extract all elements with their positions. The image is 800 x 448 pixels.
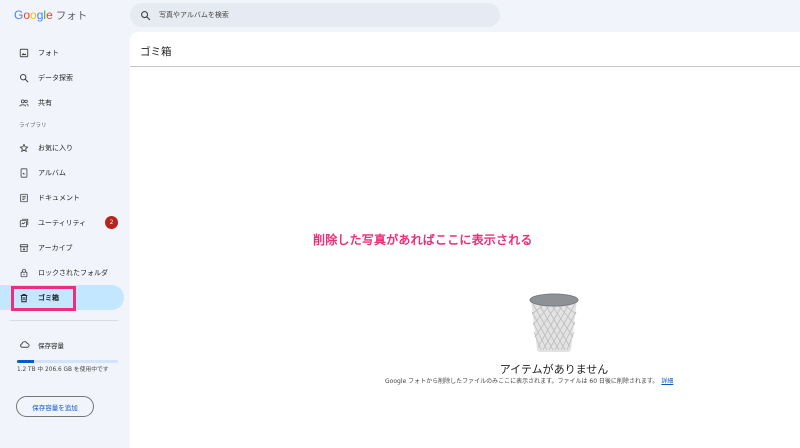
sidebar-item-label: 共有 [38,98,52,107]
sidebar-item-label: ゴミ箱 [38,293,59,302]
sidebar-item-label: ユーティリティ [38,218,87,227]
logo-letter: o [30,8,37,22]
sidebar-item-locked-folder[interactable]: ロックされたフォルダ [0,260,130,285]
empty-trash-illustration [529,293,579,352]
main-content: ゴミ箱 削除した写真があればここに表示される アイテムがありません Google… [130,32,800,448]
sidebar-item-label: ロックされたフォルダ [38,268,108,277]
search-icon [19,73,29,82]
sidebar-item-trash[interactable]: ゴミ箱 [0,285,124,310]
sidebar-item-archive[interactable]: アーカイブ [0,235,130,260]
logo-letter: e [46,8,53,22]
cloud-icon [20,341,30,348]
empty-state-title: アイテムがありません [499,363,609,376]
album-icon [20,167,28,178]
utilities-icon [19,218,29,227]
search-input[interactable] [159,11,479,19]
trash-icon [20,293,28,302]
logo-letter: g [36,8,44,22]
archive-icon [19,243,29,252]
sidebar-item-documents[interactable]: ドキュメント [0,185,130,210]
sidebar-item-label: アルバム [38,168,66,177]
star-icon [19,143,29,152]
sidebar-item-label: アーカイブ [38,243,73,252]
storage-link[interactable]: 保存容量 [19,339,64,350]
empty-state-description: Google フォトから削除したファイルのみここに表示されます。ファイルは 60… [385,376,673,385]
storage-label: 保存容量 [38,341,64,350]
storage-progress-fill [17,360,35,363]
sidebar-item-label: お気に入り [38,143,73,152]
sidebar-item-label: フォト [38,48,59,57]
photo-icon [19,48,29,57]
google-photos-logo[interactable]: Google フォト [14,8,87,23]
add-storage-button[interactable]: 保存容量を追加 [16,396,94,417]
sidebar-divider [10,320,118,321]
library-section-label: ライブラリ [19,123,47,129]
sidebar: フォト データ探索 共有 ライブラリ お気に入り アルバム ドキュメント ユーテ… [0,40,130,310]
storage-usage-text: 1.2 TB 中 206.6 GB を使用中です [17,367,109,373]
lock-icon [20,268,28,277]
sidebar-item-favorites[interactable]: お気に入り [0,135,130,160]
page-title: ゴミ箱 [140,46,172,58]
sidebar-item-sharing[interactable]: 共有 [0,90,130,115]
sidebar-item-label: ドキュメント [38,193,80,202]
search-bar[interactable] [130,3,500,27]
logo-letter: G [14,8,24,22]
logo-letter: o [23,8,31,22]
product-name: フォト [55,10,88,22]
people-icon [19,98,29,106]
sidebar-item-photos[interactable]: フォト [0,40,130,65]
details-link[interactable]: 詳細 [661,378,673,385]
sidebar-item-utilities[interactable]: ユーティリティ 2 [0,210,130,235]
sidebar-item-explore[interactable]: データ探索 [0,65,130,90]
sidebar-item-albums[interactable]: アルバム [0,160,130,185]
header-divider [130,66,800,67]
notification-badge: 2 [105,216,118,229]
search-icon [141,10,151,20]
annotation-text: 削除した写真があればここに表示される [313,233,533,247]
document-icon [20,193,28,202]
storage-progress-bar [17,360,118,363]
sidebar-item-label: データ探索 [38,73,73,82]
empty-state-text: Google フォトから削除したファイルのみここに表示されます。ファイルは 60… [385,378,659,385]
